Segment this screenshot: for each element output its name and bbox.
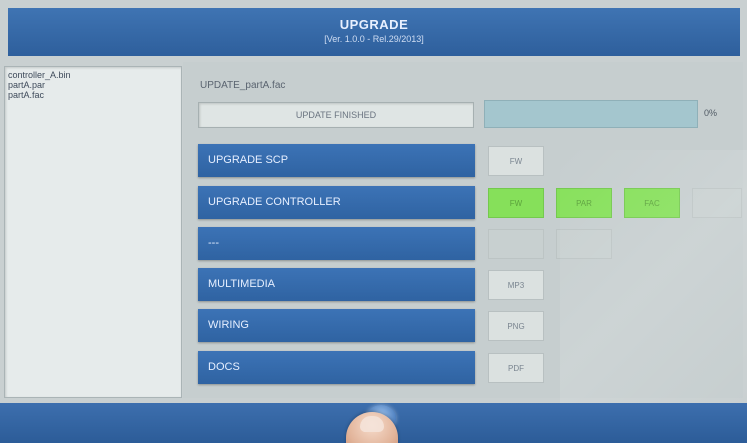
page-title: UPGRADE bbox=[339, 17, 409, 32]
progress-bar bbox=[484, 100, 698, 128]
controller-fw-cell[interactable]: FW bbox=[488, 188, 544, 218]
multimedia-mp3-cell[interactable]: MP3 bbox=[488, 270, 544, 300]
upgrade-screen: UPGRADE [Ver. 1.0.0 - Rel.29/2013] contr… bbox=[0, 0, 747, 443]
wiring-button[interactable]: WIRING bbox=[198, 309, 475, 342]
status-box: UPDATE FINISHED bbox=[198, 102, 474, 128]
blank-cell-2[interactable] bbox=[556, 229, 612, 259]
blank-cell-1[interactable] bbox=[488, 229, 544, 259]
scp-fw-cell[interactable]: FW bbox=[488, 146, 544, 176]
file-list: controller_A.bin partA.par partA.fac bbox=[5, 67, 181, 100]
blank-row-button[interactable]: --- bbox=[198, 227, 475, 260]
header-bar: UPGRADE [Ver. 1.0.0 - Rel.29/2013] bbox=[8, 8, 740, 56]
current-file-label: UPDATE_partA.fac bbox=[200, 80, 286, 91]
fingernail bbox=[360, 416, 384, 432]
file-item[interactable]: controller_A.bin bbox=[5, 70, 181, 80]
upgrade-scp-button[interactable]: UPGRADE SCP bbox=[198, 144, 475, 177]
upgrade-controller-button[interactable]: UPGRADE CONTROLLER bbox=[198, 186, 475, 219]
wiring-png-cell[interactable]: PNG bbox=[488, 311, 544, 341]
progress-fill bbox=[485, 101, 697, 127]
file-item[interactable]: partA.par bbox=[5, 80, 181, 90]
controller-extra-cell[interactable] bbox=[692, 188, 742, 218]
file-list-panel[interactable]: controller_A.bin partA.par partA.fac bbox=[4, 66, 182, 398]
docs-pdf-cell[interactable]: PDF bbox=[488, 353, 544, 383]
version-subtitle: [Ver. 1.0.0 - Rel.29/2013] bbox=[324, 34, 424, 44]
controller-par-cell[interactable]: PAR bbox=[556, 188, 612, 218]
progress-percent-label: 0% bbox=[704, 108, 718, 118]
docs-button[interactable]: DOCS bbox=[198, 351, 475, 384]
controller-fac-cell[interactable]: FAC bbox=[624, 188, 680, 218]
file-item[interactable]: partA.fac bbox=[5, 90, 181, 100]
multimedia-button[interactable]: MULTIMEDIA bbox=[198, 268, 475, 301]
